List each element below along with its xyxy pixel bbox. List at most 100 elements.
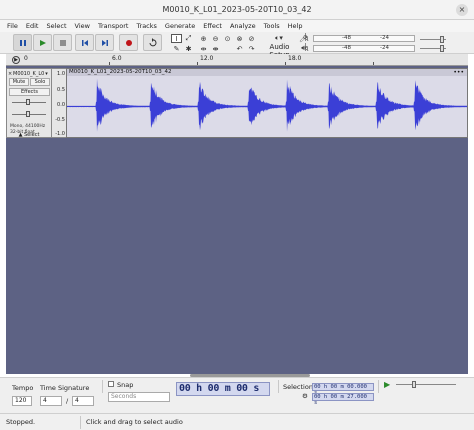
silence-icon[interactable]: ⇼ [210, 44, 221, 53]
track-select-button[interactable]: ▲ Select [9, 133, 49, 138]
record-button[interactable] [119, 34, 138, 51]
scale-label: 0.5 [57, 87, 65, 93]
timeline-ruler[interactable]: ▶ 0 6.0 12.0 18.0 [6, 54, 468, 66]
meter-tick: -48 [342, 44, 351, 51]
skip-start-button[interactable] [75, 34, 94, 51]
close-icon[interactable]: × [456, 4, 468, 16]
scale-label: -1.0 [55, 131, 65, 137]
menu-select[interactable]: Select [46, 22, 66, 30]
pan-knob[interactable] [26, 111, 30, 117]
gain-knob[interactable] [26, 99, 30, 105]
settings-gear-icon[interactable]: ⚙ [302, 392, 308, 400]
pause-button[interactable] [13, 34, 32, 51]
menu-help[interactable]: Help [288, 22, 303, 30]
window-title: M0010_K_L01_2023-05-20T10_03_42 [162, 5, 312, 14]
selection-label: Selection [283, 383, 313, 391]
timeline-label: 18.0 [288, 55, 302, 62]
fit-project-icon[interactable]: ⊗ [234, 34, 245, 43]
meter-tick: -24 [380, 34, 389, 41]
stop-button[interactable] [53, 34, 72, 51]
track-area[interactable]: × M0010_K_L0 ▾ Mute Solo Effects Mono, 4… [6, 66, 468, 374]
record-icon [125, 39, 132, 46]
menu-bar: File Edit Select View Transport Tracks G… [0, 20, 474, 32]
undo-icon[interactable]: ↶ [234, 44, 245, 53]
tempo-input[interactable]: 120 [12, 396, 32, 406]
menu-effect[interactable]: Effect [203, 22, 222, 30]
vertical-ruler: 1.0 0.5 0.0 -0.5 -1.0 [52, 68, 66, 138]
menu-generate[interactable]: Generate [165, 22, 195, 30]
selection-end-time[interactable]: 00 h 00 m 27.000 s [312, 393, 374, 406]
menu-tools[interactable]: Tools [264, 22, 280, 30]
playback-meter[interactable]: LR -48 -24 [305, 44, 415, 53]
draw-tool-icon[interactable]: ✎ [171, 44, 182, 53]
playback-volume-knob[interactable] [440, 45, 444, 52]
chevron-down-icon[interactable]: ▾ [45, 71, 48, 77]
audio-clip[interactable]: M0010_K_L01_2023-05-20T10_03_42 ••• [66, 68, 468, 138]
play-icon [39, 39, 46, 46]
record-volume-knob[interactable] [440, 36, 444, 43]
clip-header[interactable]: M0010_K_L01_2023-05-20T10_03_42 ••• [67, 69, 467, 76]
zoom-in-icon[interactable]: ⊕ [198, 34, 209, 43]
toolbar: I ⤢ ✎ ✱ ⊕ ⊖ ⊙ ⊗ ⊘ ⇹ ⇼ ↶ ↷ 🔈︎▾ Audio Setu… [0, 32, 474, 59]
fit-selection-icon[interactable]: ⊙ [222, 34, 233, 43]
record-meter[interactable]: LR -48 -24 [305, 34, 415, 43]
window-titlebar: M0010_K_L01_2023-05-20T10_03_42 × [0, 0, 474, 20]
ts-numerator-select[interactable]: 4 [40, 396, 62, 406]
meter-tick: -24 [380, 44, 389, 51]
track-control-panel: × M0010_K_L0 ▾ Mute Solo Effects Mono, 4… [6, 68, 52, 138]
redo-icon[interactable]: ↷ [246, 44, 257, 53]
menu-edit[interactable]: Edit [26, 22, 39, 30]
timeline-label: 6.0 [112, 55, 122, 62]
solo-button[interactable]: Solo [30, 78, 50, 86]
track-format: Mono, 44100Hz [10, 124, 46, 129]
waveform-shape [67, 78, 467, 132]
status-state: Stopped. [6, 418, 36, 426]
time-display[interactable]: 00 h 00 m 00 s [176, 382, 270, 396]
mute-button[interactable]: Mute [9, 78, 29, 86]
skip-end-button[interactable] [95, 34, 114, 51]
tempo-label: Tempo [12, 384, 34, 392]
envelope-tool-icon[interactable]: ⤢ [183, 34, 194, 43]
scale-label: 1.0 [57, 71, 65, 77]
menu-view[interactable]: View [75, 22, 90, 30]
selection-start-time[interactable]: 00 h 00 m 00.000 s [312, 383, 374, 396]
meter-r-label: R [305, 47, 309, 53]
clip-name: M0010_K_L01_2023-05-20T10_03_42 [69, 69, 172, 75]
meter-tick: -48 [342, 34, 351, 41]
effects-button[interactable]: Effects [9, 88, 50, 96]
play-speed-slider[interactable] [396, 384, 456, 385]
menu-tracks[interactable]: Tracks [137, 22, 157, 30]
loop-icon [149, 38, 157, 47]
status-hint: Click and drag to select audio [86, 418, 183, 426]
timeline-label: 12.0 [200, 55, 214, 62]
zoom-out-icon[interactable]: ⊖ [210, 34, 221, 43]
play-button[interactable] [33, 34, 52, 51]
speaker-icon[interactable]: 🔈︎▾ [271, 34, 287, 43]
selection-toolbar: Tempo Time Signature 120 4 / 4 Snap Seco… [0, 377, 474, 413]
trim-icon[interactable]: ⇹ [198, 44, 209, 53]
zoom-toggle-icon[interactable]: ⊘ [246, 34, 257, 43]
ts-separator: / [66, 397, 69, 405]
play-at-speed-icon[interactable]: ▶ [384, 380, 393, 389]
timeline-play-icon[interactable]: ▶ [12, 56, 20, 64]
waveform[interactable] [67, 76, 467, 137]
loop-button[interactable] [143, 34, 162, 51]
menu-analyze[interactable]: Analyze [230, 22, 256, 30]
status-bar: Stopped. Click and drag to select audio [0, 413, 474, 430]
play-speed-knob[interactable] [412, 381, 416, 388]
snap-unit-select[interactable]: Seconds [108, 392, 170, 402]
ts-denominator-select[interactable]: 4 [72, 396, 94, 406]
clip-menu-icon[interactable]: ••• [453, 69, 464, 76]
multi-tool-icon[interactable]: ✱ [183, 44, 194, 53]
snap-checkbox[interactable] [108, 381, 114, 387]
selection-tool-icon[interactable]: I [171, 34, 182, 43]
track-name[interactable]: M0010_K_L0 [13, 71, 44, 77]
menu-file[interactable]: File [7, 22, 18, 30]
menu-transport[interactable]: Transport [98, 22, 129, 30]
skip-end-icon [101, 39, 108, 46]
pause-icon [19, 39, 26, 46]
skip-start-icon [81, 39, 88, 46]
timeline-label: 0 [24, 55, 28, 62]
snap-label: Snap [117, 381, 134, 389]
scale-label: -0.5 [55, 117, 65, 123]
